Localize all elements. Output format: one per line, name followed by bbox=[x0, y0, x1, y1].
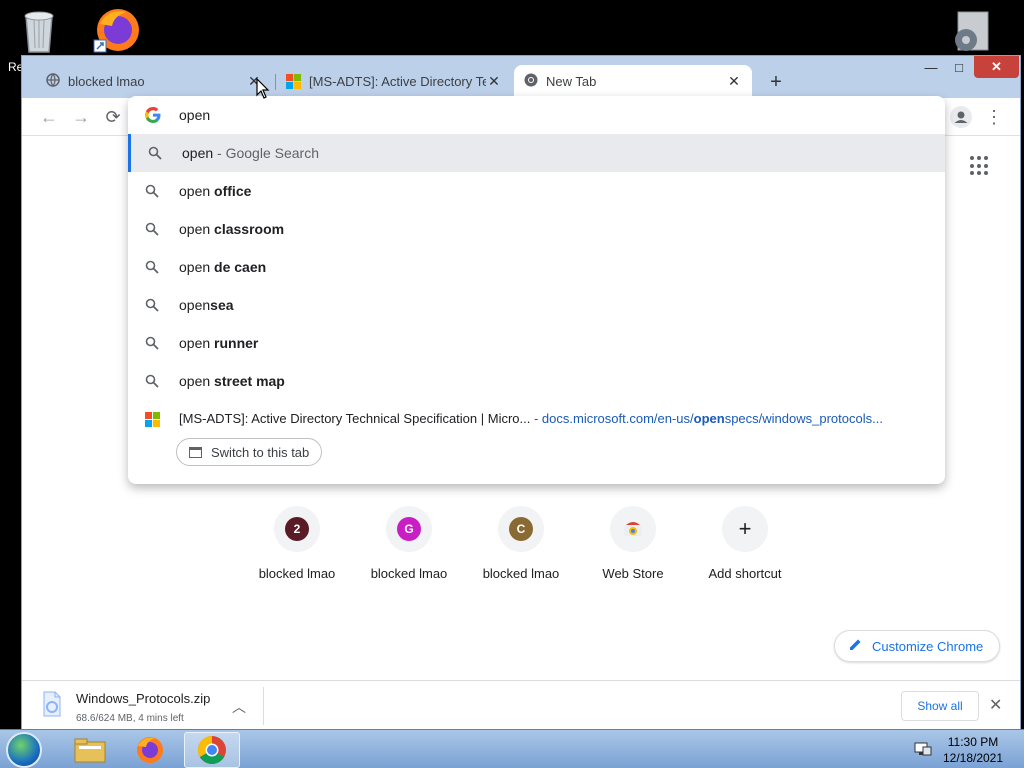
switch-to-tab-button[interactable]: Switch to this tab bbox=[176, 438, 323, 466]
shortcut-letter: G bbox=[397, 517, 421, 541]
tab-title: [MS-ADTS]: Active Directory Tech bbox=[309, 74, 486, 89]
tab-title: blocked lmao bbox=[68, 74, 145, 89]
shortcut-tile[interactable]: C blocked lmao bbox=[471, 506, 571, 581]
shortcut-tile-webstore[interactable]: Web Store bbox=[583, 506, 683, 581]
search-icon bbox=[145, 298, 159, 312]
suggestion-item[interactable]: open street map bbox=[128, 362, 945, 400]
shortcut-label: blocked lmao bbox=[370, 566, 448, 581]
start-button[interactable] bbox=[6, 732, 42, 768]
shortcut-label: blocked lmao bbox=[258, 566, 336, 581]
profile-icon[interactable] bbox=[950, 106, 972, 128]
suggestion-text: open de caen bbox=[179, 259, 267, 275]
add-shortcut-button[interactable]: + Add shortcut bbox=[695, 506, 795, 581]
divider bbox=[263, 687, 264, 725]
globe-icon bbox=[46, 73, 60, 90]
chevron-up-icon[interactable]: ︿ bbox=[232, 697, 246, 717]
chrome-taskbar-icon[interactable] bbox=[184, 732, 240, 768]
omnibox-dropdown: open open - Google Search open office op… bbox=[128, 96, 945, 484]
file-explorer-icon[interactable] bbox=[62, 732, 118, 768]
customize-chrome-button[interactable]: Customize Chrome bbox=[834, 630, 1000, 662]
forward-icon[interactable]: → bbox=[70, 106, 92, 128]
back-icon[interactable]: ← bbox=[38, 106, 60, 128]
show-all-button[interactable]: Show all bbox=[901, 691, 979, 721]
download-status: 68.6/624 MB, 4 mins left bbox=[76, 713, 184, 724]
close-tab-icon[interactable]: ✕ bbox=[486, 73, 502, 90]
suggestion-text: opensea bbox=[179, 297, 234, 313]
google-g-icon bbox=[145, 107, 161, 123]
suggestion-text: open runner bbox=[179, 335, 259, 351]
address-input-value[interactable]: open bbox=[179, 107, 210, 123]
switch-tab-label: Switch to this tab bbox=[211, 444, 310, 460]
network-icon[interactable] bbox=[914, 741, 932, 757]
shortcut-tile[interactable]: 2 blocked lmao bbox=[247, 506, 347, 581]
system-clock[interactable]: 11:30 PM 12/18/2021 bbox=[938, 734, 1008, 766]
pencil-icon bbox=[849, 638, 862, 654]
shortcut-icon-bg: C bbox=[498, 506, 544, 552]
settings-icon[interactable] bbox=[950, 10, 994, 56]
tab-blocked[interactable]: blocked lmao ✕ bbox=[36, 65, 272, 98]
search-icon bbox=[145, 222, 159, 236]
web-store-icon bbox=[610, 506, 656, 552]
tab-icon bbox=[189, 446, 202, 458]
clock-date: 12/18/2021 bbox=[942, 751, 1004, 765]
shortcut-letter: 2 bbox=[285, 517, 309, 541]
shortcut-icon-bg: 2 bbox=[274, 506, 320, 552]
reload-icon[interactable]: ⟳ bbox=[102, 106, 124, 128]
shortcuts-row: 2 blocked lmao G blocked lmao C blocked … bbox=[22, 506, 1020, 596]
taskbar: 11:30 PM 12/18/2021 bbox=[0, 729, 1024, 768]
close-tab-icon[interactable]: ✕ bbox=[726, 73, 742, 90]
firefox-icon[interactable] bbox=[92, 6, 142, 54]
suggestion-item[interactable]: open office bbox=[128, 172, 945, 210]
tab-title: New Tab bbox=[546, 74, 597, 89]
recycle-bin-icon[interactable] bbox=[18, 6, 60, 54]
chrome-icon bbox=[524, 73, 538, 90]
shortcut-letter: C bbox=[509, 517, 533, 541]
add-icon: + bbox=[722, 506, 768, 552]
minimize-button[interactable]: — bbox=[920, 56, 942, 78]
suggestion-item[interactable]: open - Google Search bbox=[128, 134, 945, 172]
suggestion-item[interactable]: open runner bbox=[128, 324, 945, 362]
download-shelf: Windows_Protocols.zip 68.6/624 MB, 4 min… bbox=[22, 680, 1020, 730]
suggestion-text: open classroom bbox=[179, 221, 285, 237]
shortcut-label: Web Store bbox=[602, 566, 664, 581]
shortcut-label: Add shortcut bbox=[708, 566, 782, 581]
suggestion-text: open office bbox=[179, 183, 252, 199]
search-icon bbox=[145, 336, 159, 350]
search-icon bbox=[145, 184, 159, 198]
clock-time: 11:30 PM bbox=[947, 735, 999, 749]
search-icon bbox=[145, 260, 159, 274]
microsoft-icon bbox=[286, 74, 301, 89]
close-downloads-icon[interactable]: ✕ bbox=[989, 695, 1002, 715]
suggestion-item[interactable]: opensea bbox=[128, 286, 945, 324]
shortcut-icon-bg: G bbox=[386, 506, 432, 552]
suggestion-text: open street map bbox=[179, 373, 285, 389]
suggestion-item[interactable]: open de caen bbox=[128, 248, 945, 286]
microsoft-icon bbox=[145, 412, 160, 427]
menu-icon[interactable]: ⋮ bbox=[984, 105, 1004, 129]
suggestion-item[interactable]: open classroom bbox=[128, 210, 945, 248]
search-icon bbox=[148, 146, 162, 160]
apps-grid-icon[interactable] bbox=[970, 156, 990, 176]
tab-ms-adts[interactable]: [MS-ADTS]: Active Directory Tech ✕ bbox=[276, 65, 512, 98]
shortcut-label: blocked lmao bbox=[482, 566, 560, 581]
tab-strip: blocked lmao ✕ [MS-ADTS]: Active Directo… bbox=[22, 56, 1020, 98]
add-icon-glyph: + bbox=[738, 516, 752, 541]
firefox-taskbar-icon[interactable] bbox=[122, 732, 178, 768]
search-icon bbox=[145, 374, 159, 388]
address-bar[interactable]: open bbox=[128, 96, 945, 134]
new-tab-button[interactable]: + bbox=[764, 70, 788, 94]
mouse-cursor-icon bbox=[256, 78, 270, 99]
close-window-button[interactable]: ✕ bbox=[974, 56, 1019, 78]
tab-match-suggestion[interactable]: [MS-ADTS]: Active Directory Technical Sp… bbox=[128, 400, 945, 438]
suggestion-text: open - Google Search bbox=[182, 145, 319, 161]
tab-new-tab[interactable]: New Tab ✕ bbox=[514, 65, 752, 98]
shortcut-tile[interactable]: G blocked lmao bbox=[359, 506, 459, 581]
maximize-button[interactable]: □ bbox=[948, 56, 970, 78]
customize-label: Customize Chrome bbox=[872, 638, 984, 654]
file-icon bbox=[42, 691, 62, 722]
tab-match-text: [MS-ADTS]: Active Directory Technical Sp… bbox=[179, 411, 883, 426]
download-filename[interactable]: Windows_Protocols.zip bbox=[76, 691, 210, 706]
